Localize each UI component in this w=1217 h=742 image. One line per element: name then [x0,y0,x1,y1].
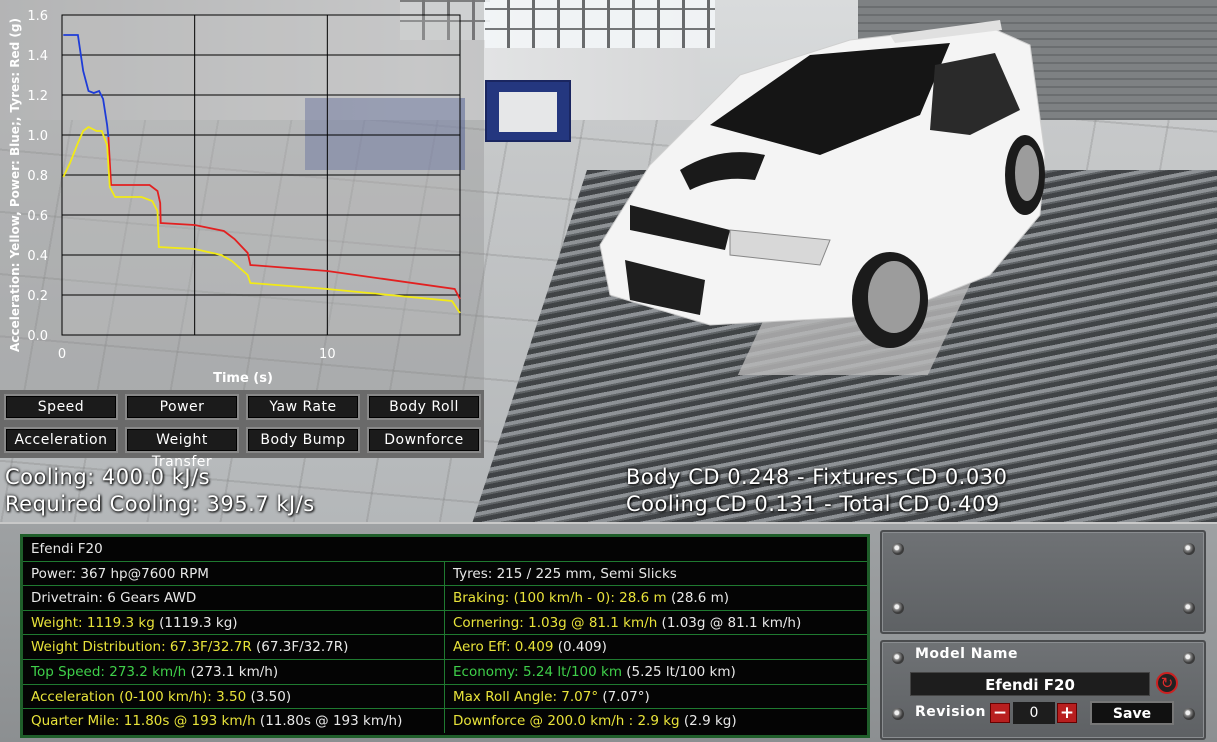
screw-icon [1183,602,1195,614]
stat-value: Weight Distribution: 67.3F/32.7R [31,639,252,656]
drag-coefficient-text: Body CD 0.248 - Fixtures CD 0.030 [626,465,1008,489]
blank-plate [880,530,1206,634]
stat-value: Top Speed: 273.2 km/h [31,664,187,680]
tab-speed[interactable]: Speed [4,394,118,420]
stat-cell: Tyres: 215 / 225 mm, Semi Slicks [445,562,867,586]
screw-icon [1183,708,1195,720]
screw-icon [1183,652,1195,664]
tab-body-roll[interactable]: Body Roll [367,394,481,420]
stat-value: Economy: 5.24 lt/100 km [453,664,622,680]
screw-icon [892,602,904,614]
stat-reference-value: (7.07°) [598,688,650,705]
table-row: Acceleration (0-100 km/h): 3.50 (3.50) Ma… [23,684,867,710]
stat-value: Cornering: 1.03g @ 81.1 km/h [453,614,658,631]
screw-icon [1183,543,1195,555]
stat-value: Downforce @ 200.0 km/h : 2.9 kg [453,713,680,730]
stat-cell: Weight: 1119.3 kg (1119.3 kg) [23,610,445,635]
telemetry-chart-panel: 0.0 0.2 0.4 0.6 0.8 1.0 1.2 1.4 1.6 0 10 Time (s) Ac… [0,0,484,390]
x-tick-label: 0 [58,347,66,362]
car-name-cell: Efendi F20 [31,541,103,557]
car-stats-table: Efendi F20 Power: 367 hp@7600 RPM Tyres: … [20,534,870,738]
y-tick-label: 0.4 [27,249,48,264]
stat-value: Tyres: 215 / 225 mm, Semi Slicks [453,565,677,582]
table-row: Weight Distribution: 67.3F/32.7R (67.3F/… [23,635,867,660]
stat-reference-value: (28.6 m) [666,590,729,607]
y-tick-label: 1.4 [27,49,48,64]
telemetry-chart: 0.0 0.2 0.4 0.6 0.8 1.0 1.2 1.4 1.6 0 10 Time (s) Ac… [8,9,461,386]
stat-cell: Aero Eff: 0.409 (0.409) [445,635,867,659]
tool-cabinet [485,80,571,142]
stat-value: Braking: (100 km/h - 0): 28.6 m [453,590,667,607]
revision-value: 0 [1013,702,1055,724]
save-button[interactable]: Save [1090,701,1174,725]
revision-decrement-button[interactable]: − [990,703,1010,723]
stat-cell: Braking: (100 km/h - 0): 28.6 m (28.6 m) [445,586,867,610]
cooling-text: Cooling: 400.0 kJ/s [5,465,211,489]
chart-tab-grid: Speed Power Yaw Rate Body Roll Accelerat… [0,390,484,470]
stat-cell: Drivetrain: 6 Gears AWD [23,586,445,611]
stat-cell: Acceleration (0-100 km/h): 3.50 (3.50) [23,684,445,709]
stat-value: Weight: 1119.3 kg [31,614,155,631]
table-row: Quarter Mile: 11.80s @ 193 km/h (11.80s … [23,709,867,734]
stat-reference-value: (0.409) [553,639,607,656]
y-axis-label: Acceleration: Yellow, Power: Blue;, Tyre… [8,18,22,352]
screw-icon [892,543,904,555]
table-row: Top Speed: 273.2 km/h (273.1 km/h) Econom… [23,660,867,685]
stat-cell: Quarter Mile: 11.80s @ 193 km/h (11.80s … [23,709,445,734]
tab-power[interactable]: Power [125,394,239,420]
car-model [599,20,1046,348]
x-axis-label: Time (s) [213,371,273,386]
table-row: Weight: 1119.3 kg (1119.3 kg) Cornering: … [23,610,867,636]
stat-reference-value: (67.3F/32.7R) [251,639,349,656]
stat-cell: Top Speed: 273.2 km/h (273.1 km/h) [23,660,445,684]
stat-cell: Downforce @ 200.0 km/h : 2.9 kg (2.9 kg) [445,709,867,733]
screw-icon [892,652,904,664]
stat-reference-value: (273.1 km/h) [186,664,279,680]
stat-cell: Economy: 5.24 lt/100 km (5.25 lt/100 km) [445,660,867,684]
y-tick-label: 0.2 [27,289,48,304]
revision-increment-button[interactable]: + [1057,703,1077,723]
model-name-label: Model Name [915,646,1018,662]
table-row: Power: 367 hp@7600 RPM Tyres: 215 / 225 m… [23,561,867,587]
stat-cell: Cornering: 1.03g @ 81.1 km/h (1.03g @ 81… [445,611,867,635]
stat-value: Drivetrain: 6 Gears AWD [31,590,197,607]
y-tick-label: 0.8 [27,169,48,184]
table-row: Efendi F20 [23,537,867,562]
y-tick-label: 1.2 [27,89,48,104]
randomize-name-icon[interactable]: ↻ [1156,672,1178,694]
drag-coefficient-total-text: Cooling CD 0.131 - Total CD 0.409 [626,492,1000,516]
stat-reference-value: (1119.3 kg) [154,614,238,631]
table-row: Drivetrain: 6 Gears AWD Braking: (100 km/… [23,586,867,611]
stat-value: Acceleration (0-100 km/h): 3.50 [31,688,247,705]
stat-reference-value: (2.9 kg) [679,713,737,730]
tab-acceleration[interactable]: Acceleration [4,427,118,453]
x-tick-label: 10 [319,347,336,362]
stat-value: Aero Eff: 0.409 [453,639,554,656]
stat-value: Max Roll Angle: 7.07° [453,688,599,705]
stat-value: Power: 367 hp@7600 RPM [31,565,209,582]
y-tick-label: 1.6 [27,9,48,24]
stat-reference-value: (1.03g @ 81.1 km/h) [657,614,802,631]
stat-reference-value: (11.80s @ 193 km/h) [255,713,403,730]
car-designer-screen: 0.0 0.2 0.4 0.6 0.8 1.0 1.2 1.4 1.6 0 10 Time (s) Ac… [0,0,1217,742]
tab-downforce[interactable]: Downforce [367,427,481,453]
stat-reference-value: (3.50) [246,688,292,705]
stat-reference-value: (5.25 lt/100 km) [622,664,736,680]
tab-yaw-rate[interactable]: Yaw Rate [246,394,360,420]
y-tick-label: 1.0 [27,129,48,144]
screw-icon [892,708,904,720]
model-name-field[interactable]: Efendi F20 [910,672,1150,696]
required-cooling-text: Required Cooling: 395.7 kJ/s [5,492,315,516]
tab-weight-transfer[interactable]: Weight Transfer [125,427,239,470]
stat-cell: Max Roll Angle: 7.07° (7.07°) [445,685,867,709]
revision-label: Revision [915,704,986,720]
y-tick-label: 0.6 [27,209,48,224]
stat-value: Quarter Mile: 11.80s @ 193 km/h [31,713,256,730]
tab-body-bump[interactable]: Body Bump [246,427,360,453]
stat-cell: Weight Distribution: 67.3F/32.7R (67.3F/… [23,635,445,660]
y-tick-label: 0.0 [27,329,48,344]
stat-cell: Power: 367 hp@7600 RPM [23,561,445,586]
